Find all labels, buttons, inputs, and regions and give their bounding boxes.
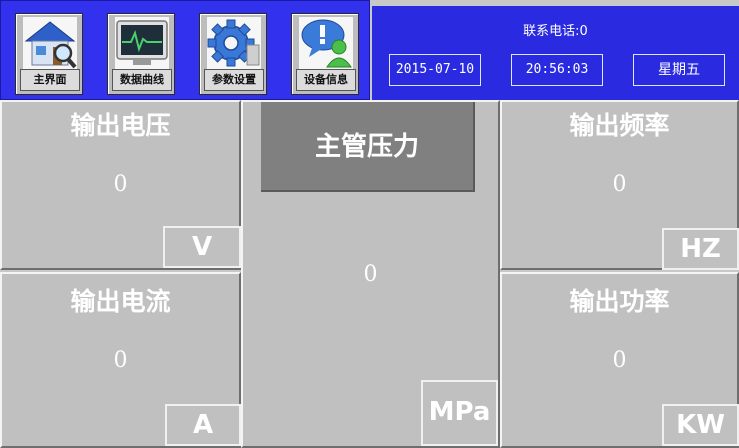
time-display: 20:56:03	[511, 54, 603, 86]
user-info-icon	[299, 17, 353, 69]
panel-value: 0	[363, 262, 378, 287]
panel-title: 输出频率	[569, 111, 670, 140]
nav-button-label: 设备信息	[296, 69, 356, 91]
date-display: 2015-07-10	[389, 54, 481, 86]
panel-output-frequency: 输出频率 0 HZ	[500, 100, 739, 270]
panel-title: 输出功率	[569, 287, 670, 316]
panel-output-voltage: 输出电压 0 V	[0, 100, 241, 270]
panel-output-current: 输出电流 0 A	[0, 272, 241, 448]
panel-title: 主管压力	[261, 102, 475, 192]
nav-bar: 主界面 数据曲线 参数设置 设备信息	[0, 0, 370, 100]
unit-label: V	[163, 226, 241, 268]
unit-label: A	[165, 404, 241, 446]
info-header: 联系电话:0 2015-07-10 20:56:03 星期五	[372, 6, 739, 100]
contact-phone: 联系电话:0	[523, 24, 588, 39]
nav-button-home[interactable]: 主界面	[15, 13, 83, 95]
gear-icon	[207, 17, 261, 69]
panel-main-pressure: 主管压力 0 MPa	[241, 100, 500, 448]
nav-button-data-curve[interactable]: 数据曲线	[107, 13, 175, 95]
panel-title: 输出电流	[70, 287, 171, 316]
nav-button-device-info[interactable]: 设备信息	[291, 13, 359, 95]
nav-button-label: 参数设置	[204, 69, 264, 91]
unit-label: HZ	[662, 228, 739, 270]
nav-button-label: 数据曲线	[112, 69, 172, 91]
panel-value: 0	[612, 348, 627, 373]
house-search-icon	[23, 17, 77, 69]
nav-button-settings[interactable]: 参数设置	[199, 13, 267, 95]
panel-value: 0	[113, 172, 128, 197]
nav-button-label: 主界面	[20, 69, 80, 91]
unit-label: KW	[662, 404, 739, 446]
panel-title: 输出电压	[70, 111, 171, 140]
unit-label: MPa	[421, 380, 498, 446]
panel-output-power: 输出功率 0 KW	[500, 272, 739, 448]
monitor-curve-icon	[115, 17, 169, 69]
panel-value: 0	[113, 348, 128, 373]
weekday-display: 星期五	[633, 54, 725, 86]
panel-value: 0	[612, 172, 627, 197]
